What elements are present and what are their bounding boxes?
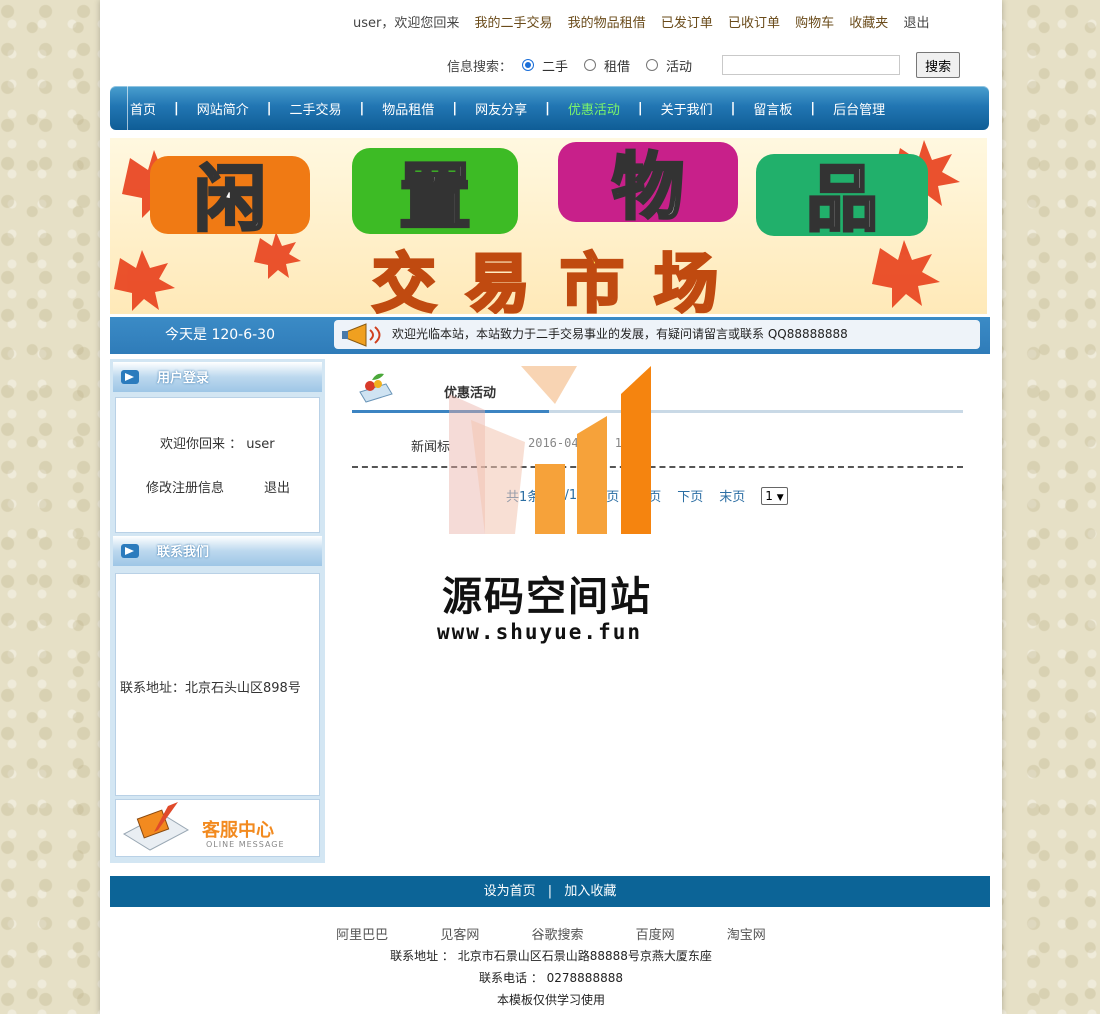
arrow-right-icon [121,544,139,558]
page-select[interactable]: 1 ▼ [761,486,788,505]
watermark-url: www.shuyue.fun [437,620,643,644]
notice-box: 欢迎光临本站，本站致力于二手交易事业的发展，有疑问请留言或联系 QQ888888… [334,320,980,349]
nav-item-0[interactable]: 首页 [130,99,156,118]
customer-service[interactable]: 客服中心 OLINE MESSAGE [115,799,320,857]
radio-unchecked-icon [646,59,659,71]
banner-char: 物 [612,145,684,229]
footer-note: 本模板仅供学习使用 [496,993,605,1007]
nav-separator: | [359,100,365,116]
cart-link[interactable]: 购物车 [795,16,834,31]
search-label: 信息搜索： [447,59,513,75]
nav-item-5[interactable]: 优惠活动 [568,99,620,118]
nav-item-3[interactable]: 物品租借 [382,99,434,118]
nav-separator: | [174,100,179,116]
service-title: 客服中心 [202,820,274,841]
login-panel: 欢迎你回来 ： user 修改注册信息 退出 [115,397,320,533]
search-input[interactable] [722,55,901,75]
banner-char: 置 [399,155,471,239]
footer-bar: 设为首页 | 加入收藏 [110,876,990,907]
pager-last[interactable]: 末页 [719,486,745,505]
login-panel-title: 用户登录 [113,362,322,392]
main-nav: 首页 | 网站简介 | 二手交易 | 物品租借 | 网友分享 | 优惠活动 | 关于我们 | 留言板 | 后台管… [110,86,989,130]
nav-divider [127,86,128,130]
nav-separator: | [266,100,272,116]
friend-link[interactable]: 百度网 [636,924,675,943]
received-orders-link[interactable]: 已收订单 [728,16,780,31]
nav-separator: | [637,100,643,116]
footer-divider: | [547,884,553,899]
megaphone-icon [342,323,381,347]
favorites-link[interactable]: 收藏夹 [849,16,888,31]
search-bar: 信息搜索： 二手 租借 活动 搜索 [447,52,961,78]
banner-char: 闲 [194,157,266,241]
radio-label: 二手 [542,59,569,75]
add-favorite-link[interactable]: 加入收藏 [564,884,616,899]
nav-item-6[interactable]: 关于我们 [661,99,713,118]
contact-address: 联系地址：北京石头山区898号 [120,681,301,696]
set-home-link[interactable]: 设为首页 [484,884,536,899]
nav-separator: | [730,100,736,116]
nav-item-2[interactable]: 二手交易 [290,99,342,118]
contact-panel-title: 联系我们 [113,536,322,566]
radio-label: 活动 [666,59,693,75]
banner-char: 品 [806,157,878,241]
friend-link[interactable]: 淘宝网 [727,924,766,943]
welcome-user: 欢迎你回来 ： user [160,437,275,452]
friend-link[interactable]: 见客网 [440,924,479,943]
sidebar-logout-link[interactable]: 退出 [264,477,290,496]
arrow-right-icon [121,370,139,384]
nav-list: 首页 | 网站简介 | 二手交易 | 物品租借 | 网友分享 | 优惠活动 | 关于我们 | 留言板 | 后台管… [130,86,885,130]
banner-graphic: 闲 置 物 品 交易市场 [110,138,987,314]
watermark-text: 源码空间站 [442,574,652,620]
sidebar: 用户登录 欢迎你回来 ： user 修改注册信息 退出 联系我们 联系地址：北京… [110,359,325,863]
radio-checked-icon [522,59,535,71]
nav-separator: | [810,100,816,116]
date-bar: 今天是 120-6-30 欢迎光临本站，本站致力于二手交易事业的发展，有疑问请留… [110,317,990,354]
welcome-text: user，欢迎您回来 [353,16,460,31]
notice-text: 欢迎光临本站，本站致力于二手交易事业的发展，有疑问请留言或联系 QQ888888… [392,327,848,341]
nav-item-4[interactable]: 网友分享 [475,99,527,118]
today-date: 今天是 120-6-30 [165,327,275,343]
panel-title-text: 用户登录 [157,371,210,386]
friend-link[interactable]: 谷歌搜索 [531,924,583,943]
panel-title-text: 联系我们 [157,545,210,560]
chevron-down-icon: ▼ [776,492,784,503]
top-links: user，欢迎您回来 我的二手交易 我的物品租借 已发订单 已收订单 购物车 收… [353,12,940,31]
radio-activity[interactable]: 活动 [646,56,692,75]
banner-subtitle: 交易市场 [372,248,748,314]
sent-orders-link[interactable]: 已发订单 [661,16,713,31]
my-rentals-link[interactable]: 我的物品租借 [568,16,646,31]
nav-item-7[interactable]: 留言板 [753,99,792,118]
radio-label: 租借 [604,59,631,75]
watermark-logo [449,366,651,534]
banner: 闲 置 物 品 交易市场 [110,138,987,314]
nav-item-1[interactable]: 网站简介 [197,99,249,118]
edit-profile-link[interactable]: 修改注册信息 [146,477,224,496]
my-secondhand-link[interactable]: 我的二手交易 [475,16,553,31]
friend-links: 阿里巴巴 见客网 谷歌搜索 百度网 淘宝网 [100,924,1002,943]
friend-link[interactable]: 阿里巴巴 [336,924,388,943]
footer-phone: 联系电话 ： 0278888888 [479,971,623,985]
nav-separator: | [452,100,458,116]
logout-link[interactable]: 退出 [903,16,929,31]
footer-address: 联系地址 ： 北京市石景山区石景山路88888号京燕大厦东座 [390,949,712,963]
page-select-value: 1 [765,488,773,503]
service-icon [122,802,190,851]
nav-item-8[interactable]: 后台管理 [833,99,885,118]
fruit-basket-icon [359,373,393,403]
page-container: user，欢迎您回来 我的二手交易 我的物品租借 已发订单 已收订单 购物车 收… [100,0,1002,1014]
contact-panel: 联系地址：北京石头山区898号 [115,573,320,796]
service-subtitle: OLINE MESSAGE [206,840,285,849]
nav-separator: | [545,100,550,116]
radio-secondhand[interactable]: 二手 [522,56,568,75]
pager-next[interactable]: 下页 [677,486,703,505]
search-button[interactable]: 搜索 [916,52,961,78]
radio-unchecked-icon [584,59,597,71]
radio-rental[interactable]: 租借 [584,56,630,75]
